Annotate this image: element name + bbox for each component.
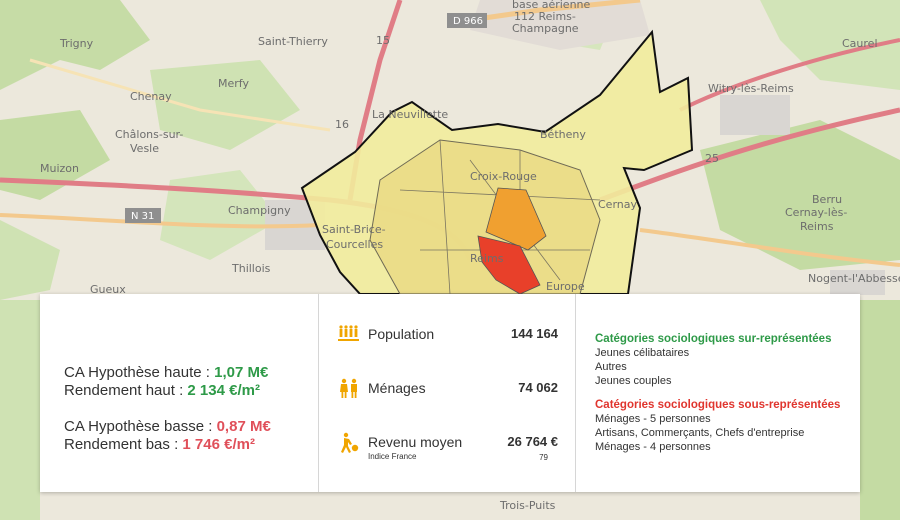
urban-area bbox=[720, 95, 790, 135]
map-view[interactable]: D 966 N 31 Trigny Saint-Thierry Chenay M… bbox=[0, 0, 900, 520]
road-number: 16 bbox=[335, 118, 349, 131]
road-label: D 966 bbox=[453, 16, 483, 27]
panel-divider bbox=[318, 294, 319, 492]
place-label: Europe bbox=[546, 280, 585, 293]
low-yield-value: 1 746 €/m² bbox=[182, 436, 255, 453]
underrepresented-title: Catégories sociologiques sous-représenté… bbox=[595, 399, 841, 411]
place-label: Nogent-l'Abbesse bbox=[808, 272, 900, 285]
households-icon bbox=[340, 378, 357, 398]
place-label: Cernay bbox=[598, 198, 637, 211]
place-label: Bétheny bbox=[540, 128, 586, 141]
overrepresented-item: Jeunes couples bbox=[595, 375, 672, 387]
place-label: Champagne bbox=[512, 22, 579, 35]
place-label: Thillois bbox=[231, 262, 271, 275]
households-stat: Ménages 74 062 bbox=[336, 378, 586, 414]
place-label: Saint-Thierry bbox=[258, 35, 328, 48]
road-number: 15 bbox=[376, 34, 390, 47]
place-label: Caurel bbox=[842, 37, 878, 50]
underrepresented-item: Ménages - 5 personnes bbox=[595, 413, 711, 425]
place-label: Courcelles bbox=[326, 238, 383, 251]
low-hypothesis-value: 0,87 M€ bbox=[216, 418, 271, 435]
high-yield-value: 2 134 €/m² bbox=[187, 382, 260, 399]
population-stat: Population 144 164 bbox=[336, 324, 586, 360]
place-label: Chenay bbox=[130, 90, 172, 103]
place-label: La Neuvillette bbox=[372, 108, 448, 121]
place-label: Trois-Puits bbox=[499, 499, 556, 512]
place-label: Croix-Rouge bbox=[470, 170, 537, 183]
overrepresented-title: Catégories sociologiques sur-représentée… bbox=[595, 333, 832, 345]
income-value: 26 764 € bbox=[507, 434, 558, 449]
place-label: Reims bbox=[470, 252, 504, 265]
place-label: Merfy bbox=[218, 77, 249, 90]
income-index-label: Indice France bbox=[368, 452, 417, 461]
revenue-summary: CA Hypothèse haute : 1,07 M€ Rendement h… bbox=[64, 364, 316, 454]
population-icon bbox=[338, 325, 359, 341]
place-label: Berru bbox=[812, 193, 842, 206]
overrepresented-item: Jeunes célibataires bbox=[595, 347, 690, 359]
road-label: N 31 bbox=[131, 211, 154, 222]
underrepresented-item: Ménages - 4 personnes bbox=[595, 441, 711, 453]
income-icon bbox=[341, 432, 359, 453]
households-label: Ménages bbox=[368, 380, 426, 396]
income-label: Revenu moyen bbox=[368, 434, 463, 450]
place-label: Champigny bbox=[228, 204, 291, 217]
place-label: Muizon bbox=[40, 162, 79, 175]
road-number: 25 bbox=[705, 152, 719, 165]
households-value: 74 062 bbox=[518, 380, 558, 395]
place-label: Châlons-sur- bbox=[115, 128, 183, 141]
place-label: Trigny bbox=[59, 37, 94, 50]
high-hypothesis-line: CA Hypothèse haute : 1,07 M€ bbox=[64, 364, 269, 381]
place-label: Cernay-lès- bbox=[785, 206, 847, 219]
forest-area bbox=[0, 300, 40, 520]
high-hypothesis-value: 1,07 M€ bbox=[214, 364, 269, 381]
place-label: Witry-lès-Reims bbox=[708, 82, 794, 95]
socio-categories: Catégories sociologiques sur-représentée… bbox=[595, 332, 845, 454]
high-yield-line: Rendement haut : 2 134 €/m² bbox=[64, 382, 260, 399]
income-stat: Revenu moyen 26 764 € Indice France 79 bbox=[336, 432, 586, 468]
info-panel: CA Hypothèse haute : 1,07 M€ Rendement h… bbox=[40, 294, 860, 492]
income-index-value: 79 bbox=[539, 453, 548, 462]
place-label: Saint-Brice- bbox=[322, 223, 386, 236]
forest-area bbox=[860, 300, 900, 520]
population-value: 144 164 bbox=[511, 326, 558, 341]
low-hypothesis-line: CA Hypothèse basse : 0,87 M€ bbox=[64, 418, 271, 435]
underrepresented-item: Artisans, Commerçants, Chefs d'entrepris… bbox=[595, 427, 805, 439]
place-label: Reims bbox=[800, 220, 834, 233]
overrepresented-item: Autres bbox=[595, 361, 627, 373]
place-label: Vesle bbox=[130, 142, 159, 155]
population-label: Population bbox=[368, 326, 435, 342]
low-yield-line: Rendement bas : 1 746 €/m² bbox=[64, 436, 255, 453]
